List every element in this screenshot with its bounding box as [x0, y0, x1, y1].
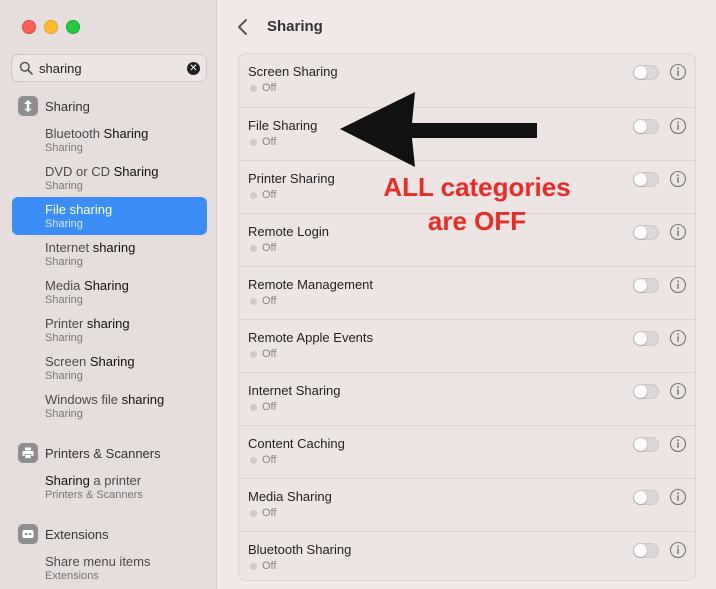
sidebar-item-printer-sharing[interactable]: Printer sharing Sharing: [45, 316, 130, 345]
service-label: Remote Login: [248, 224, 329, 239]
status-dot-icon: [250, 298, 257, 305]
service-label: Content Caching: [248, 436, 345, 451]
bluetooth-sharing-toggle[interactable]: [633, 543, 659, 558]
remote-apple-events-toggle[interactable]: [633, 331, 659, 346]
status-dot-icon: [250, 85, 257, 92]
info-icon[interactable]: [669, 382, 687, 400]
service-label: File Sharing: [248, 118, 318, 133]
toggle-knob: [634, 385, 647, 398]
service-row-bluetooth-sharing: Bluetooth Sharing Off: [239, 531, 695, 585]
toggle-knob: [634, 544, 647, 557]
service-status: Off: [262, 560, 277, 572]
printer-sharing-toggle[interactable]: [633, 172, 659, 187]
service-status: Off: [262, 401, 277, 413]
service-status: Off: [262, 189, 277, 201]
service-status: Off: [262, 507, 277, 519]
sidebar-item-screen-sharing[interactable]: Screen Sharing Sharing: [45, 354, 135, 383]
sidebar-section-extensions[interactable]: Extensions: [45, 527, 109, 542]
service-label: Remote Management: [248, 277, 374, 292]
toggle-knob: [634, 226, 647, 239]
toggle-knob: [634, 491, 647, 504]
service-label: Internet Sharing: [248, 383, 341, 398]
service-label: Bluetooth Sharing: [248, 542, 352, 557]
search-icon: [19, 61, 33, 75]
service-status: Off: [262, 454, 277, 466]
info-icon[interactable]: [669, 276, 687, 294]
file-sharing-toggle[interactable]: [633, 119, 659, 134]
toggle-knob: [634, 120, 647, 133]
screen-sharing-toggle[interactable]: [633, 65, 659, 80]
service-row-internet-sharing: Internet Sharing Off: [239, 372, 695, 426]
search-input[interactable]: sharing: [39, 61, 82, 76]
annotation-arrow: [340, 92, 537, 167]
service-row-media-sharing: Media Sharing Off: [239, 478, 695, 532]
status-dot-icon: [250, 192, 257, 199]
clear-search-icon[interactable]: ✕: [187, 62, 200, 75]
sidebar-item-file-sharing[interactable]: File sharing Sharing: [45, 202, 112, 231]
zoom-window-button[interactable]: [66, 20, 80, 34]
toggle-knob: [634, 332, 647, 345]
toggle-knob: [634, 66, 647, 79]
sidebar-item-internet-sharing[interactable]: Internet sharing Sharing: [45, 240, 135, 269]
sidebar-item-media-sharing[interactable]: Media Sharing Sharing: [45, 278, 129, 307]
service-label: Screen Sharing: [248, 64, 338, 79]
service-status: Off: [262, 82, 277, 94]
status-dot-icon: [250, 404, 257, 411]
back-chevron-icon[interactable]: [236, 18, 250, 36]
toggle-knob: [634, 173, 647, 186]
close-window-button[interactable]: [22, 20, 36, 34]
service-row-remote-management: Remote Management Off: [239, 266, 695, 320]
content-caching-toggle[interactable]: [633, 437, 659, 452]
sidebar-section-sharing[interactable]: Sharing: [45, 99, 90, 114]
printer-icon: [18, 443, 38, 463]
internet-sharing-toggle[interactable]: [633, 384, 659, 399]
status-dot-icon: [250, 245, 257, 252]
annotation-line-1: ALL categories: [383, 172, 571, 202]
service-status: Off: [262, 348, 277, 360]
info-icon[interactable]: [669, 329, 687, 347]
sidebar-item-dvd-cd-sharing[interactable]: DVD or CD Sharing Sharing: [45, 164, 158, 193]
info-icon[interactable]: [669, 170, 687, 188]
annotation-line-2: are OFF: [427, 206, 527, 236]
info-icon[interactable]: [669, 435, 687, 453]
page-title: Sharing: [267, 18, 323, 35]
sharing-section-icon: [18, 96, 38, 116]
service-label: Media Sharing: [248, 489, 332, 504]
info-icon[interactable]: [669, 117, 687, 135]
status-dot-icon: [250, 457, 257, 464]
info-icon[interactable]: [669, 488, 687, 506]
toggle-knob: [634, 279, 647, 292]
info-icon[interactable]: [669, 223, 687, 241]
sidebar-item-sharing-a-printer[interactable]: Sharing a printer Printers & Scanners: [45, 473, 143, 502]
status-dot-icon: [250, 139, 257, 146]
remote-management-toggle[interactable]: [633, 278, 659, 293]
service-row-remote-apple-events: Remote Apple Events Off: [239, 319, 695, 373]
service-status: Off: [262, 136, 277, 148]
info-icon[interactable]: [669, 541, 687, 559]
service-label: Remote Apple Events: [248, 330, 374, 345]
media-sharing-toggle[interactable]: [633, 490, 659, 505]
service-label: Printer Sharing: [248, 171, 335, 186]
sidebar: sharing ✕ Sharing Bluetooth Sharing Shar…: [0, 0, 217, 589]
sidebar-item-windows-file-sharing[interactable]: Windows file sharing Sharing: [45, 392, 164, 421]
sidebar-section-printers-scanners[interactable]: Printers & Scanners: [45, 446, 161, 461]
toggle-knob: [634, 438, 647, 451]
service-status: Off: [262, 242, 277, 254]
sidebar-item-bluetooth-sharing[interactable]: Bluetooth Sharing Sharing: [45, 126, 148, 155]
status-dot-icon: [250, 351, 257, 358]
status-dot-icon: [250, 510, 257, 517]
search-field[interactable]: sharing ✕: [11, 54, 207, 82]
service-status: Off: [262, 295, 277, 307]
sidebar-item-share-menu-items[interactable]: Share menu items Extensions: [45, 554, 151, 583]
info-icon[interactable]: [669, 63, 687, 81]
minimize-window-button[interactable]: [44, 20, 58, 34]
window-controls: [22, 20, 80, 34]
status-dot-icon: [250, 563, 257, 570]
service-row-content-caching: Content Caching Off: [239, 425, 695, 479]
extensions-icon: [18, 524, 38, 544]
remote-login-toggle[interactable]: [633, 225, 659, 240]
annotation-text: ALL categories are OFF: [362, 170, 592, 238]
